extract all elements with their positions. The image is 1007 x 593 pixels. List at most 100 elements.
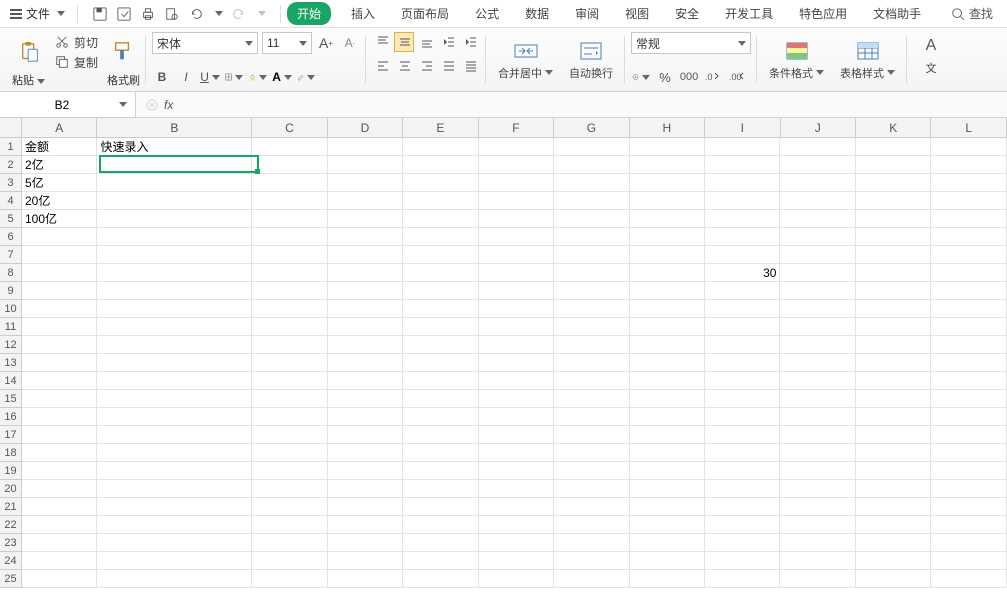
cell[interactable]	[856, 390, 931, 408]
cell[interactable]	[630, 156, 705, 174]
cell[interactable]	[252, 138, 327, 156]
align-middle-button[interactable]	[394, 32, 414, 52]
cell[interactable]	[705, 444, 780, 462]
cell[interactable]	[479, 318, 554, 336]
tab-data[interactable]: 数据	[519, 2, 555, 25]
align-right-button[interactable]	[416, 56, 436, 76]
save-icon[interactable]	[92, 6, 108, 22]
cell[interactable]	[97, 444, 252, 462]
fill-color-button[interactable]	[248, 67, 268, 87]
cut-button[interactable]: 剪切	[52, 32, 100, 52]
cell[interactable]	[22, 354, 97, 372]
cell[interactable]	[97, 570, 252, 588]
cell[interactable]	[554, 246, 629, 264]
cell[interactable]	[856, 336, 931, 354]
column-header[interactable]: H	[630, 118, 705, 138]
cell[interactable]	[931, 534, 1006, 552]
cell[interactable]	[856, 300, 931, 318]
cell[interactable]	[97, 462, 252, 480]
tab-start[interactable]: 开始	[287, 2, 331, 25]
column-header[interactable]: B	[97, 118, 252, 138]
cell[interactable]: 100亿	[22, 210, 97, 228]
font-name-select[interactable]: 宋体	[152, 32, 258, 54]
cell[interactable]	[630, 426, 705, 444]
print-preview-icon[interactable]	[164, 6, 180, 22]
cell[interactable]	[780, 480, 855, 498]
table-style-button[interactable]: 表格样式	[834, 32, 901, 87]
column-header[interactable]: I	[705, 118, 780, 138]
cell[interactable]	[931, 426, 1006, 444]
clear-format-button[interactable]	[296, 67, 316, 87]
cell[interactable]	[403, 390, 478, 408]
cell[interactable]	[630, 228, 705, 246]
column-header[interactable]: A	[22, 118, 97, 138]
cell[interactable]	[780, 444, 855, 462]
tab-special[interactable]: 特色应用	[793, 2, 853, 25]
cell[interactable]	[479, 156, 554, 174]
cell[interactable]	[328, 336, 403, 354]
cell[interactable]	[856, 408, 931, 426]
cell[interactable]	[780, 138, 855, 156]
name-box[interactable]	[0, 92, 136, 117]
cell[interactable]	[22, 444, 97, 462]
cell[interactable]	[328, 480, 403, 498]
cell[interactable]	[630, 516, 705, 534]
cell[interactable]	[403, 462, 478, 480]
cell[interactable]	[252, 498, 327, 516]
cell[interactable]	[403, 318, 478, 336]
column-header[interactable]: E	[403, 118, 478, 138]
name-box-input[interactable]	[8, 98, 116, 112]
cell[interactable]	[856, 480, 931, 498]
cell[interactable]	[856, 138, 931, 156]
cell[interactable]	[403, 480, 478, 498]
wrap-text-button[interactable]: 自动换行	[563, 32, 619, 87]
cell[interactable]	[403, 228, 478, 246]
cell[interactable]	[479, 372, 554, 390]
cell[interactable]	[403, 426, 478, 444]
cell[interactable]	[554, 462, 629, 480]
cell[interactable]	[403, 408, 478, 426]
cell[interactable]	[97, 282, 252, 300]
cell[interactable]	[554, 228, 629, 246]
cell[interactable]	[931, 480, 1006, 498]
cell[interactable]	[705, 426, 780, 444]
cell[interactable]	[630, 444, 705, 462]
align-left-button[interactable]	[372, 56, 392, 76]
cell[interactable]	[780, 156, 855, 174]
cell[interactable]	[97, 228, 252, 246]
row-header[interactable]: 14	[0, 372, 22, 390]
cell[interactable]	[705, 390, 780, 408]
cell[interactable]	[780, 282, 855, 300]
row-header[interactable]: 6	[0, 228, 22, 246]
cell[interactable]	[705, 228, 780, 246]
copy-button[interactable]: 复制	[52, 52, 100, 72]
cell[interactable]	[780, 300, 855, 318]
cell[interactable]	[97, 516, 252, 534]
cell[interactable]	[630, 354, 705, 372]
cell[interactable]	[554, 534, 629, 552]
cell[interactable]	[780, 192, 855, 210]
cell[interactable]	[479, 138, 554, 156]
paste-label[interactable]: 粘贴	[12, 72, 45, 88]
cell[interactable]	[780, 462, 855, 480]
cell[interactable]	[554, 390, 629, 408]
cell[interactable]	[705, 156, 780, 174]
currency-button[interactable]: ¥	[631, 67, 651, 87]
cell[interactable]	[328, 426, 403, 444]
cell[interactable]	[705, 372, 780, 390]
cell[interactable]	[479, 462, 554, 480]
align-bottom-button[interactable]	[416, 32, 436, 52]
column-header[interactable]: G	[554, 118, 629, 138]
cell[interactable]	[22, 516, 97, 534]
row-header[interactable]: 17	[0, 426, 22, 444]
cell[interactable]	[252, 480, 327, 498]
cell[interactable]	[705, 480, 780, 498]
cell[interactable]	[252, 552, 327, 570]
text-group-partial[interactable]: A 文	[913, 32, 949, 78]
cell[interactable]	[97, 192, 252, 210]
cell[interactable]	[479, 300, 554, 318]
row-header[interactable]: 21	[0, 498, 22, 516]
cell[interactable]	[328, 246, 403, 264]
align-top-button[interactable]	[372, 32, 392, 52]
cell[interactable]	[328, 300, 403, 318]
